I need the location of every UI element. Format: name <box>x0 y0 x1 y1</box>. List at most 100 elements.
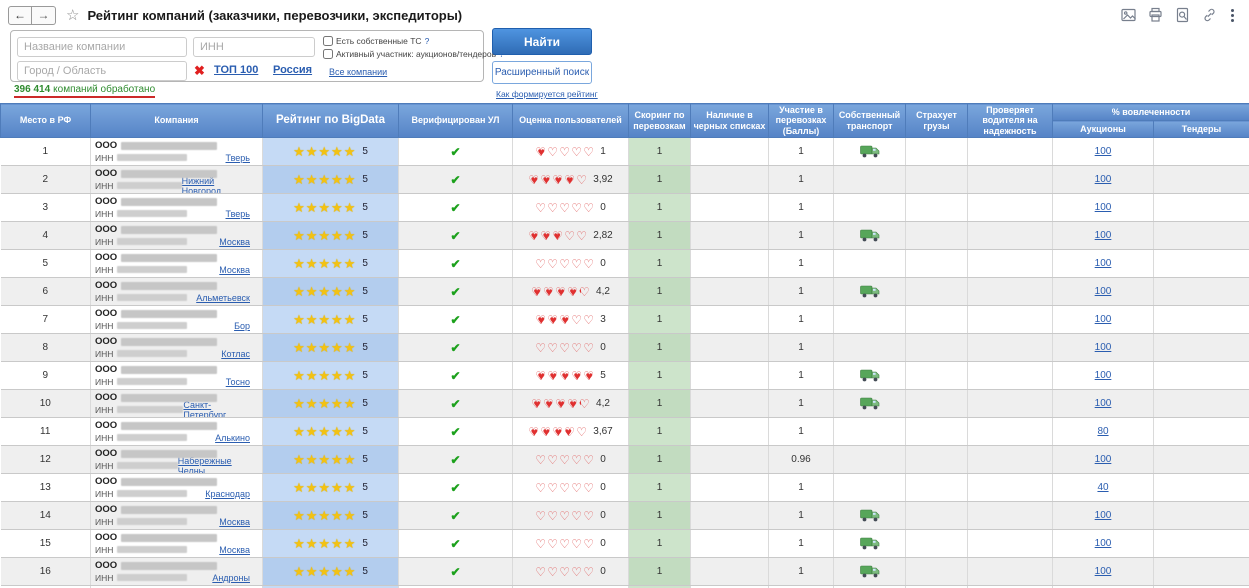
tenders-cell <box>1153 249 1249 279</box>
company-cell: ООО ИНН Котлас <box>90 333 263 363</box>
header-user-rating[interactable]: Оценка пользователей <box>512 102 629 139</box>
favorite-star-icon[interactable]: ☆ <box>66 6 79 24</box>
top100-link[interactable]: ТОП 100 <box>214 64 258 76</box>
insures-cell <box>905 389 968 419</box>
city-input[interactable] <box>17 61 187 81</box>
header-driver-check[interactable]: Проверяет водителя на надежность <box>967 102 1053 139</box>
rating-value: 5 <box>362 258 368 270</box>
insures-cell <box>905 361 968 391</box>
print-icon[interactable] <box>1147 7 1164 23</box>
city-link[interactable]: Москва <box>219 545 250 555</box>
inn-input[interactable] <box>193 37 315 57</box>
verified-cell: ✔ <box>398 221 513 251</box>
header-insures[interactable]: Страхует грузы <box>905 102 968 139</box>
rank-cell: 14 <box>0 501 91 531</box>
auction-percent-link[interactable]: 100 <box>1095 286 1112 297</box>
heart-icon: ♡♥ <box>535 340 546 355</box>
city-link[interactable]: Тверь <box>226 209 250 219</box>
city-link[interactable]: Альметьевск <box>196 293 250 303</box>
blacklist-cell <box>690 529 769 559</box>
heart-icon: ♡♥ <box>583 368 594 383</box>
auction-percent-link[interactable]: 100 <box>1095 538 1112 549</box>
city-link[interactable]: Бор <box>234 321 250 331</box>
tenders-cell <box>1153 529 1249 559</box>
city-link[interactable]: Тосно <box>226 377 250 387</box>
city-link[interactable]: Котлас <box>221 349 250 359</box>
find-button[interactable]: Найти <box>492 28 592 55</box>
header-rating[interactable]: Рейтинг по BigData <box>262 102 399 139</box>
auction-percent-link[interactable]: 100 <box>1095 566 1112 577</box>
inn-label: ИНН <box>95 516 114 527</box>
verified-cell: ✔ <box>398 389 513 419</box>
scoring-cell: 1 <box>628 389 691 419</box>
user-rating-value: 5 <box>600 370 606 382</box>
city-link[interactable]: Алькино <box>215 433 250 443</box>
inn-label: ИНН <box>95 432 114 443</box>
header-auctions[interactable]: Аукционы <box>1052 120 1154 139</box>
heart-icon: ♡♥ <box>583 144 594 159</box>
clear-city-icon[interactable]: ✖ <box>194 62 205 80</box>
auction-percent-link[interactable]: 100 <box>1095 230 1112 241</box>
header-participation[interactable]: Участие в перевозках (Баллы) <box>768 102 834 139</box>
header-tenders[interactable]: Тендеры <box>1152 120 1249 139</box>
auction-percent-link[interactable]: 100 <box>1095 342 1112 353</box>
header-rank[interactable]: Место в РФ <box>0 102 91 139</box>
city-link[interactable]: Краснодар <box>205 489 250 499</box>
auction-percent-link[interactable]: 40 <box>1097 482 1108 493</box>
auction-percent-link[interactable]: 100 <box>1095 146 1112 157</box>
russia-link[interactable]: Россия <box>273 64 312 76</box>
rank-cell: 13 <box>0 473 91 503</box>
auction-percent-link[interactable]: 100 <box>1095 314 1112 325</box>
auction-percent-link[interactable]: 100 <box>1095 202 1112 213</box>
auction-percent-link[interactable]: 100 <box>1095 174 1112 185</box>
city-link[interactable]: Москва <box>219 517 250 527</box>
redacted-company-name <box>121 197 218 206</box>
forward-button[interactable]: → <box>32 5 56 25</box>
active-participant-checkbox[interactable] <box>323 49 333 59</box>
auction-percent-link[interactable]: 100 <box>1095 510 1112 521</box>
header-blacklist[interactable]: Наличие в черных списках <box>690 102 769 139</box>
city-link[interactable]: Москва <box>219 237 250 247</box>
driver-check-cell <box>967 277 1053 307</box>
redacted-company-name <box>121 309 218 318</box>
truck-icon <box>859 285 879 298</box>
link-icon[interactable] <box>1201 7 1218 23</box>
heart-icon: ♡♥ <box>583 564 594 579</box>
city-link[interactable]: Набережные Челны <box>178 456 250 473</box>
heart-icon: ♡♥ <box>579 284 590 299</box>
header-verified[interactable]: Верифицирован УЛ <box>398 102 513 139</box>
menu-kebab-icon[interactable] <box>1228 8 1237 23</box>
header-company[interactable]: Компания <box>90 102 263 139</box>
auction-percent-link[interactable]: 100 <box>1095 398 1112 409</box>
rating-value: 5 <box>362 370 368 382</box>
city-link[interactable]: Тверь <box>226 153 250 163</box>
auction-percent-link[interactable]: 100 <box>1095 454 1112 465</box>
back-button[interactable]: ← <box>8 5 32 25</box>
verified-cell: ✔ <box>398 501 513 531</box>
scoring-cell: 1 <box>628 361 691 391</box>
company-name-input[interactable] <box>17 37 187 57</box>
own-vehicles-help-icon[interactable]: ? <box>425 36 430 46</box>
city-link[interactable]: Андроны <box>212 573 250 583</box>
star-rating-icons: ★★★★★ <box>293 143 357 159</box>
header-own-transport[interactable]: Собственный транспорт <box>833 102 906 139</box>
table-body: 1ОООИННТверь★★★★★5✔♡♥♡♥♡♥♡♥♡♥1111002ОООИ… <box>0 137 1249 588</box>
heart-icon: ♡♥ <box>535 256 546 271</box>
verified-cell: ✔ <box>398 445 513 475</box>
insures-cell <box>905 473 968 503</box>
city-link[interactable]: Санкт-Петербург <box>183 400 250 417</box>
driver-check-cell <box>967 389 1053 419</box>
city-link[interactable]: Москва <box>219 265 250 275</box>
insures-cell <box>905 333 968 363</box>
own-vehicles-checkbox[interactable] <box>323 36 333 46</box>
advanced-search-button[interactable]: Расширенный поиск <box>492 61 592 84</box>
header-scoring[interactable]: Скоринг по перевозкам <box>628 102 691 139</box>
screenshot-icon[interactable] <box>1120 7 1137 23</box>
preview-icon[interactable] <box>1174 7 1191 23</box>
city-link[interactable]: Нижний Новгород <box>182 176 250 193</box>
rating-info-link[interactable]: Как формируется рейтинг <box>496 89 598 99</box>
auction-percent-link[interactable]: 100 <box>1095 258 1112 269</box>
auction-percent-link[interactable]: 80 <box>1097 426 1108 437</box>
all-companies-link[interactable]: Все компании <box>329 67 387 77</box>
auction-percent-link[interactable]: 100 <box>1095 370 1112 381</box>
